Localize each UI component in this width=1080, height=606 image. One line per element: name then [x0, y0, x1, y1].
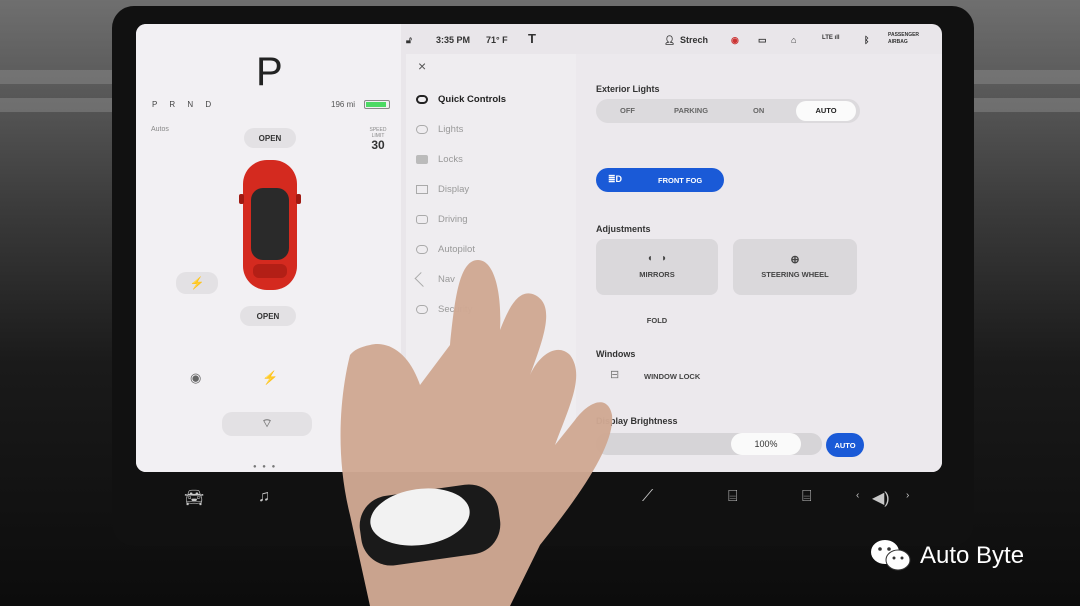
car-icon	[416, 215, 428, 224]
car-top-view	[239, 160, 301, 290]
outside-temperature: 71° F	[486, 35, 508, 45]
menu-item-label: Driving	[438, 214, 468, 225]
watermark: Auto Byte	[870, 538, 1024, 574]
seat-heater-icon[interactable]: ⟋	[642, 488, 653, 506]
brightness-auto-button[interactable]: AUTO	[826, 433, 864, 457]
chevron-right-icon[interactable]: ›	[906, 490, 909, 501]
watermark-text: Auto Byte	[920, 542, 1025, 569]
gear-selector-row: P R N D	[152, 100, 217, 109]
menu-item-display[interactable]: Display	[416, 184, 469, 195]
section-title: Adjustments	[596, 224, 651, 234]
section-title: Exterior Lights	[596, 84, 660, 94]
trunk-open-button[interactable]: OPEN	[240, 306, 296, 326]
light-mode-off[interactable]: OFF	[620, 106, 635, 115]
lte-signal-icon: LTE ıll	[822, 35, 840, 41]
brightness-value[interactable]: 100%	[731, 433, 801, 455]
passenger-airbag-indicator: PASSENGER AIRBAG	[888, 32, 920, 45]
autopilot-label: Autos	[151, 126, 169, 133]
menu-item-autopilot[interactable]: Autopilot	[416, 244, 475, 255]
toggle-icon	[416, 95, 428, 104]
front-defrost-icon[interactable]: ⌸	[802, 488, 812, 506]
frunk-open-button[interactable]: OPEN	[244, 128, 296, 148]
home-icon[interactable]: ⌂	[791, 35, 796, 45]
windshield-icon: ⌔	[261, 416, 273, 430]
menu-item-label: Locks	[438, 154, 463, 165]
chevron-left-icon[interactable]: ‹	[856, 490, 859, 501]
lock-status-icon: 🔓︎	[406, 35, 412, 45]
display-icon	[416, 185, 428, 194]
front-fog-label: FRONT FOG	[658, 176, 703, 185]
steering-icon	[416, 245, 428, 254]
dashcam-icon[interactable]: ▭	[758, 35, 767, 46]
range-readout: 196 mi	[331, 100, 356, 109]
record-icon[interactable]: ◉	[731, 35, 739, 46]
speed-limit-value: 30	[371, 138, 385, 152]
steering-wheel-icon: ⊕	[790, 254, 800, 266]
wechat-icon	[871, 540, 911, 571]
light-mode-parking[interactable]: PARKING	[674, 106, 708, 115]
car-icon[interactable]: 🚘︎	[184, 488, 204, 508]
menu-item-quick-controls[interactable]: Quick Controls	[416, 94, 506, 105]
clock: 3:35 PM	[436, 35, 471, 45]
menu-item-label: Display	[438, 184, 470, 195]
page-dots: ● ● ●	[253, 464, 278, 470]
steering-wheel-label: STEERING WHEEL	[761, 270, 829, 279]
music-icon[interactable]: ♫	[258, 488, 270, 506]
wiper-button[interactable]: ⌔	[222, 412, 312, 436]
tesla-logo-icon[interactable]: T	[528, 31, 536, 46]
fog-light-icon: ≣D	[608, 174, 623, 184]
driver-profile[interactable]: Strech	[680, 35, 708, 45]
menu-item-driving[interactable]: Driving	[416, 214, 468, 225]
menu-item-locks[interactable]: Locks	[416, 154, 463, 165]
steering-wheel-button[interactable]: ⊕ STEERING WHEEL	[733, 239, 857, 295]
menu-item-label: Autopilot	[438, 244, 475, 255]
status-bar: 🔓︎ 3:35 PM 71° F T 👤︎ Strech ◉ ▭ ⌂ LTE ı…	[406, 24, 942, 54]
user-icon: 👤︎	[664, 35, 676, 45]
exterior-lights-selector: OFF PARKING ON AUTO	[596, 99, 860, 123]
battery-icon	[364, 100, 390, 109]
bulb-icon	[416, 125, 428, 134]
lock-icon	[416, 155, 428, 164]
lightning-icon[interactable]: ⚡	[262, 370, 278, 386]
lightning-icon: ⚡	[189, 276, 205, 290]
gear-indicator: P	[256, 50, 283, 94]
light-mode-on[interactable]: ON	[753, 106, 764, 115]
charge-port-button[interactable]: ⚡	[176, 272, 218, 294]
rear-defrost-icon[interactable]: ⌸	[728, 488, 738, 506]
light-mode-auto[interactable]: AUTO	[796, 101, 856, 121]
camera-icon[interactable]: ◉	[190, 370, 201, 386]
menu-item-lights[interactable]: Lights	[416, 124, 463, 135]
quick-controls-panel: Exterior Lights OFF PARKING ON AUTO ≣D F…	[576, 54, 942, 472]
hand-occlusion	[340, 260, 613, 606]
window-lock-button[interactable]: WINDOW LOCK	[644, 372, 700, 381]
menu-item-label: Quick Controls	[438, 94, 507, 105]
volume-icon[interactable]: ◀)	[872, 488, 890, 508]
bluetooth-icon[interactable]: ᛒ	[864, 35, 869, 45]
menu-item-label: Lights	[438, 124, 464, 135]
front-fog-button[interactable]: ≣D FRONT FOG	[596, 168, 724, 192]
close-icon[interactable]: ×	[418, 58, 426, 74]
